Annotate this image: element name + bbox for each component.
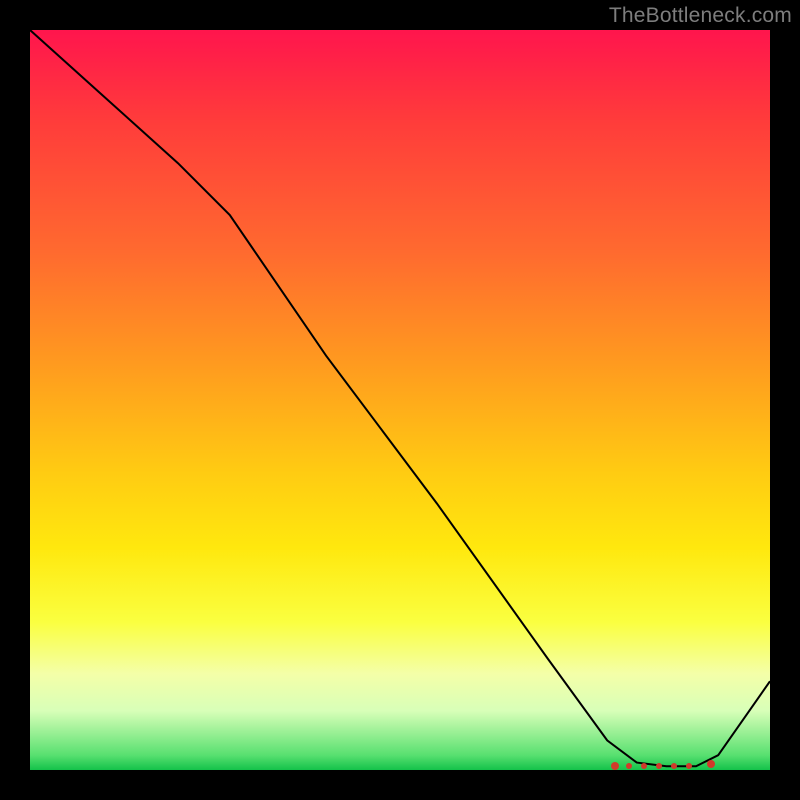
chart-marker [686, 763, 692, 769]
chart-marker [626, 763, 632, 769]
chart-marker [707, 760, 715, 768]
watermark-text: TheBottleneck.com [609, 4, 792, 28]
chart-marker [656, 763, 662, 769]
chart-plot-area [30, 30, 770, 770]
chart-marker [671, 763, 677, 769]
chart-frame: TheBottleneck.com [0, 0, 800, 800]
chart-marker [641, 763, 647, 769]
chart-marker [611, 762, 619, 770]
chart-series-curve [30, 30, 770, 766]
chart-line-layer [30, 30, 770, 770]
